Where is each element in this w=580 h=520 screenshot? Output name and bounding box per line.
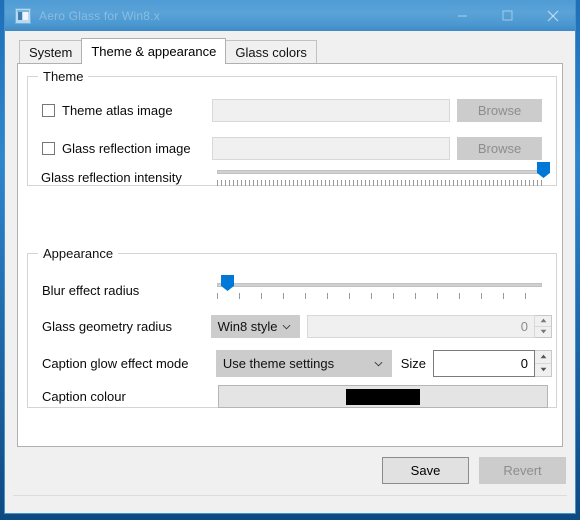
glass-reflection-intensity-label: Glass reflection intensity: [41, 169, 182, 185]
caption-glow-size-stepper[interactable]: 0: [433, 350, 552, 377]
tab-theme-appearance[interactable]: Theme & appearance: [81, 38, 227, 64]
app-icon: [15, 7, 31, 24]
slider-track: [217, 283, 542, 287]
caption-glow-effect-mode-row: Caption glow effect mode Use theme setti…: [42, 350, 552, 377]
selected-option-label: Use theme settings: [222, 356, 335, 371]
selected-option-label: Win8 style: [217, 319, 278, 334]
glass-reflection-checkbox[interactable]: Glass reflection image: [42, 141, 212, 156]
slider-ticks: [217, 180, 543, 186]
stepper-down-icon[interactable]: [535, 364, 551, 377]
blur-effect-radius-slider[interactable]: [217, 275, 542, 304]
chevron-down-icon: [374, 361, 383, 366]
chevron-down-icon: [282, 324, 291, 329]
footer-separator: [13, 495, 567, 496]
revert-label: Revert: [503, 463, 542, 478]
save-label: Save: [410, 463, 441, 478]
glass-reflection-path-input[interactable]: [211, 137, 451, 160]
caption-glow-effect-mode-select[interactable]: Use theme settings: [215, 350, 392, 377]
save-button[interactable]: Save: [382, 457, 469, 484]
footer-bar: Save Revert: [5, 447, 575, 513]
appearance-group-title: Appearance: [38, 246, 119, 261]
appearance-group-box: Appearance Blur effect radius Glass geom…: [27, 246, 557, 408]
browse-label: Browse: [477, 141, 522, 156]
glass-geometry-radius-stepper[interactable]: 0: [307, 315, 552, 338]
theme-group-title: Theme: [38, 69, 89, 84]
glass-geometry-radius-row: Glass geometry radius Win8 style 0: [42, 315, 552, 338]
application-window: Aero Glass for Win8.x System Theme & app…: [4, 0, 576, 514]
stepper-down-icon[interactable]: [535, 327, 551, 338]
caption-colour-row: Caption colour: [42, 385, 552, 408]
tab-label: Glass colors: [235, 45, 307, 60]
glass-geometry-radius-label: Glass geometry radius: [42, 319, 173, 334]
slider-thumb[interactable]: [537, 162, 550, 178]
title-bar: Aero Glass for Win8.x: [5, 0, 575, 31]
caption-colour-swatch: [346, 388, 420, 405]
window-title: Aero Glass for Win8.x: [39, 8, 160, 23]
theme-atlas-checkbox[interactable]: Theme atlas image: [42, 103, 212, 118]
glass-reflection-intensity-slider[interactable]: [217, 162, 550, 191]
caption-colour-button[interactable]: [218, 385, 548, 408]
theme-atlas-browse-button[interactable]: Browse: [457, 99, 542, 122]
tab-page-theme-appearance: Theme Theme atlas image Browse Glass ref…: [17, 63, 563, 447]
slider-ticks: [217, 293, 542, 299]
stepper-up-icon[interactable]: [535, 316, 551, 327]
slider-thumb[interactable]: [221, 275, 235, 291]
revert-button[interactable]: Revert: [479, 457, 566, 484]
tab-system[interactable]: System: [19, 40, 83, 64]
tab-glass-colors[interactable]: Glass colors: [225, 40, 317, 64]
caption-glow-size-label: Size: [400, 356, 426, 371]
glass-reflection-intensity-row: Glass reflection intensity: [41, 162, 561, 191]
glass-reflection-label: Glass reflection image: [62, 141, 191, 156]
glass-reflection-image-row: Glass reflection image Browse: [42, 137, 542, 160]
theme-atlas-label: Theme atlas image: [62, 103, 173, 118]
glass-geometry-radius-select[interactable]: Win8 style: [210, 315, 300, 338]
theme-atlas-row: Theme atlas image Browse: [42, 99, 542, 122]
tab-label: System: [29, 45, 73, 60]
glass-reflection-browse-button[interactable]: Browse: [457, 137, 542, 160]
tab-strip: System Theme & appearance Glass colors: [5, 38, 575, 64]
blur-effect-radius-label: Blur effect radius: [42, 282, 140, 298]
maximize-icon[interactable]: [485, 1, 530, 31]
glass-geometry-radius-value[interactable]: 0: [307, 315, 535, 338]
slider-track: [217, 170, 543, 174]
stepper-buttons[interactable]: [535, 315, 552, 338]
caption-glow-effect-mode-label: Caption glow effect mode: [42, 356, 189, 371]
checkbox-box: [42, 142, 55, 155]
caption-colour-label: Caption colour: [42, 389, 126, 404]
close-icon[interactable]: [530, 1, 575, 31]
theme-atlas-path-input[interactable]: [211, 99, 451, 122]
stepper-up-icon[interactable]: [535, 351, 551, 364]
tab-label: Theme & appearance: [91, 44, 217, 59]
caption-glow-size-value[interactable]: 0: [433, 350, 535, 377]
minimize-icon[interactable]: [440, 1, 485, 31]
blur-effect-radius-row: Blur effect radius: [42, 275, 542, 304]
checkbox-box: [42, 104, 55, 117]
stepper-buttons[interactable]: [535, 350, 552, 377]
browse-label: Browse: [477, 103, 522, 118]
